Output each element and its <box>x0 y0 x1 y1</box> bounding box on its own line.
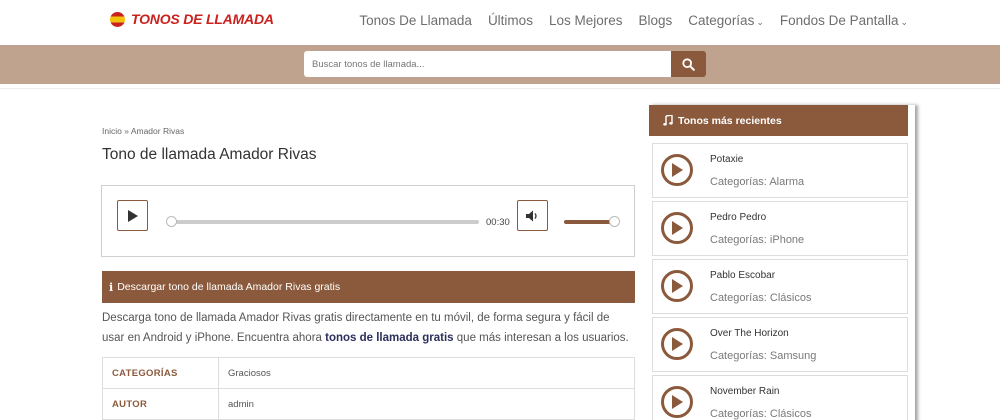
site-header: TONOS DE LLAMADA Tonos De Llamada Último… <box>0 0 1000 45</box>
nav-item-categorias-label: Categorías <box>688 13 755 28</box>
ringtone-category: Categorías: Alarma <box>710 176 805 188</box>
chevron-down-icon: ⌄ <box>900 17 908 27</box>
list-item[interactable]: Potaxie Categorías: Alarma <box>652 143 908 198</box>
nav-item-ultimos[interactable]: Últimos <box>488 13 533 28</box>
play-button[interactable] <box>661 386 693 418</box>
play-icon <box>672 395 683 409</box>
nav-item-los-mejores[interactable]: Los Mejores <box>549 13 623 28</box>
list-item[interactable]: Pablo Escobar Categorías: Clásicos <box>652 259 908 314</box>
divider <box>0 88 1000 89</box>
progress-handle[interactable] <box>166 216 177 227</box>
search-button[interactable] <box>671 51 706 77</box>
search-band <box>0 45 1000 84</box>
nav-item-categorias[interactable]: Categorías ⌄ <box>688 13 764 28</box>
ringtone-category: Categorías: Samsung <box>710 350 817 362</box>
play-icon <box>128 209 138 222</box>
ringtone-name[interactable]: Pedro Pedro <box>710 212 766 223</box>
music-note-icon <box>663 115 673 126</box>
play-button[interactable] <box>661 212 693 244</box>
nav-item-fondos[interactable]: Fondos De Pantalla ⌄ <box>780 13 908 28</box>
volume-slider[interactable] <box>564 220 614 224</box>
download-label: Descargar tono de llamada Amador Rivas g… <box>117 281 341 293</box>
info-table: CATEGORÍAS Graciosos AUTOR admin <box>102 357 635 420</box>
nav-item-tonos[interactable]: Tonos De Llamada <box>359 13 472 28</box>
play-button[interactable] <box>661 270 693 302</box>
ringtone-name[interactable]: November Rain <box>710 386 779 397</box>
play-icon <box>672 337 683 351</box>
play-icon <box>672 163 683 177</box>
play-button[interactable] <box>661 154 693 186</box>
ringtone-category: Categorías: Clásicos <box>710 408 812 420</box>
sidebar-title: Tonos más recientes <box>678 114 782 127</box>
table-value[interactable]: admin <box>218 388 635 420</box>
play-button[interactable] <box>661 328 693 360</box>
volume-button[interactable] <box>517 200 548 231</box>
table-value[interactable]: Graciosos <box>218 357 635 389</box>
ringtone-name[interactable]: Potaxie <box>710 154 743 165</box>
table-row: CATEGORÍAS Graciosos <box>102 357 635 389</box>
table-row: AUTOR admin <box>102 388 635 420</box>
list-item[interactable]: November Rain Categorías: Clásicos <box>652 375 908 420</box>
logo-text: TONOS DE LLAMADA <box>131 11 274 27</box>
description-text-after: que más interesan a los usuarios. <box>453 331 629 344</box>
time-display: 00:30 <box>486 217 510 228</box>
ringtone-category: Categorías: iPhone <box>710 234 805 246</box>
volume-icon <box>526 210 537 221</box>
recent-sidebar: Tonos más recientes Potaxie Categorías: … <box>649 105 915 420</box>
main-nav: Tonos De Llamada Últimos Los Mejores Blo… <box>359 13 908 28</box>
list-item[interactable]: Over The Horizon Categorías: Samsung <box>652 317 908 372</box>
ringtone-category: Categorías: Clásicos <box>710 292 812 304</box>
table-key: AUTOR <box>102 388 219 420</box>
search-icon <box>682 57 695 71</box>
play-icon <box>672 221 683 235</box>
chevron-down-icon: ⌄ <box>756 17 764 27</box>
ringtone-name[interactable]: Pablo Escobar <box>710 270 775 281</box>
site-logo[interactable]: TONOS DE LLAMADA <box>110 11 274 27</box>
audio-player: 00:30 <box>101 185 635 257</box>
tonos-gratis-link[interactable]: tonos de llamada gratis <box>325 332 453 344</box>
description: Descarga tono de llamada Amador Rivas gr… <box>102 309 632 348</box>
breadcrumb[interactable]: Inicio » Amador Rivas <box>102 126 184 136</box>
search-input[interactable] <box>304 51 671 77</box>
sidebar-header: Tonos más recientes <box>649 105 908 136</box>
volume-handle[interactable] <box>609 216 620 227</box>
play-button[interactable] <box>117 200 148 231</box>
ringtone-name[interactable]: Over The Horizon <box>710 328 789 339</box>
progress-bar[interactable] <box>170 220 479 224</box>
nav-item-fondos-label: Fondos De Pantalla <box>779 13 899 28</box>
table-key: CATEGORÍAS <box>102 357 219 389</box>
page-title: Tono de llamada Amador Rivas <box>102 146 317 163</box>
spain-flag-icon <box>110 11 125 27</box>
list-item[interactable]: Pedro Pedro Categorías: iPhone <box>652 201 908 256</box>
download-header[interactable]: i Descargar tono de llamada Amador Rivas… <box>102 271 635 303</box>
play-icon <box>672 279 683 293</box>
nav-item-blogs[interactable]: Blogs <box>639 13 673 28</box>
info-icon: i <box>109 280 114 294</box>
